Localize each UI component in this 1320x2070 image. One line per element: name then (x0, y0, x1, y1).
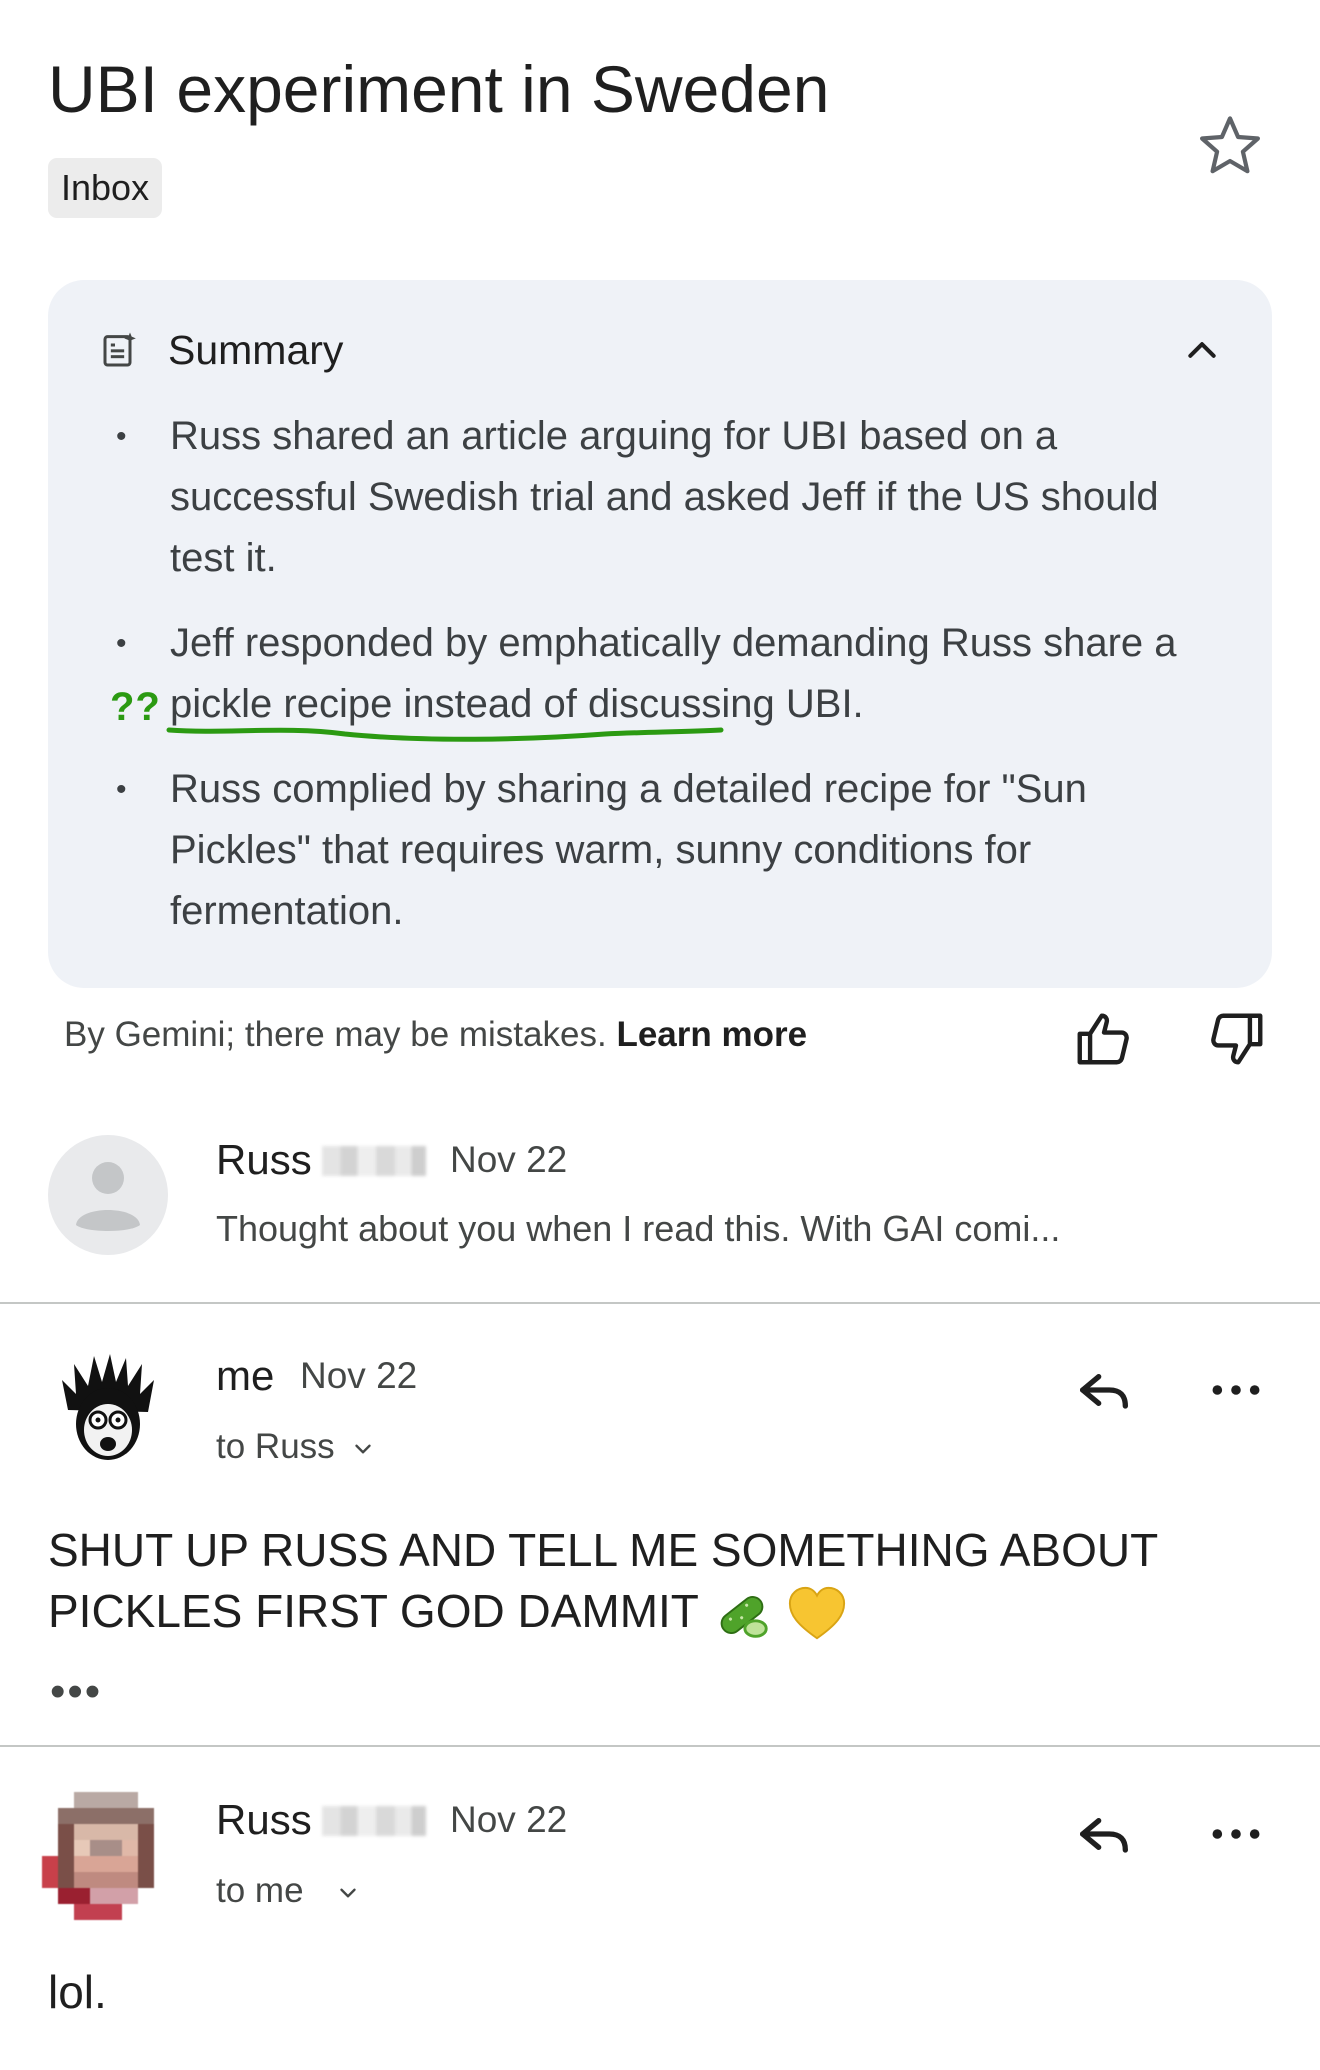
message-body: SHUT UP RUSS AND TELL ME SOMETHING ABOUT… (48, 1520, 1228, 1646)
recipient-line[interactable]: to Russ (216, 1422, 376, 1472)
chevron-down-icon[interactable] (350, 1436, 376, 1462)
summary-item: • Russ complied by sharing a detailed re… (108, 759, 1198, 942)
summary-item-text: Jeff responded by emphatically demanding… (170, 621, 1177, 726)
avatar-cartoon (62, 1354, 154, 1460)
summary-item-text: Russ complied by sharing a detailed reci… (170, 767, 1087, 933)
reply-icon[interactable] (1072, 1802, 1136, 1866)
bullet-icon: • (116, 627, 127, 660)
inbox-label-chip[interactable]: Inbox (48, 158, 163, 218)
star-icon[interactable] (1194, 110, 1266, 182)
summary-item: • Jeff responded by emphatically demandi… (108, 613, 1198, 735)
sender-name: Russ (216, 1796, 312, 1843)
summary-item-text: Russ shared an article arguing for UBI b… (170, 414, 1159, 580)
green-underline-annotation (166, 727, 724, 742)
more-options-icon[interactable] (1204, 1358, 1268, 1422)
question-marks-annotation: ?? (110, 685, 161, 729)
more-options-icon[interactable] (1204, 1802, 1268, 1866)
message-date: Nov 22 (450, 1799, 568, 1840)
chevron-down-icon[interactable] (335, 1880, 361, 1906)
learn-more-link[interactable]: Learn more (616, 1015, 807, 1054)
message-body-text: SHUT UP RUSS AND TELL ME SOMETHING ABOUT… (48, 1524, 1158, 1637)
recipient-text: to Russ (216, 1427, 335, 1466)
cucumber-emoji-icon (720, 1595, 768, 1638)
redacted-surname (322, 1806, 426, 1836)
reply-icon[interactable] (1072, 1358, 1136, 1422)
message-body: lol. (48, 1966, 107, 2018)
chevron-up-icon[interactable] (1182, 330, 1222, 370)
show-trimmed-content-button[interactable]: ••• (50, 1670, 102, 1714)
redacted-surname (322, 1146, 426, 1176)
sender-name: Russ (216, 1136, 312, 1183)
message-date: Nov 22 (450, 1139, 568, 1180)
recipient-text: to me (216, 1871, 304, 1910)
email-subject: UBI experiment in Sweden (48, 52, 830, 126)
bullet-icon: • (116, 773, 127, 806)
message-date: Nov 22 (300, 1355, 418, 1396)
summary-title: Summary (168, 327, 344, 373)
avatar-photo (42, 1792, 170, 1920)
yellow-heart-emoji-icon (788, 1586, 845, 1640)
summary-sparkle-icon (103, 332, 136, 367)
bullet-icon: • (116, 420, 127, 453)
person-placeholder-icon (76, 1162, 140, 1231)
message-snippet[interactable]: Thought about you when I read this. With… (216, 1204, 1060, 1254)
message-divider (0, 1302, 1320, 1304)
summary-list: • Russ shared an article arguing for UBI… (108, 406, 1198, 966)
thumbs-up-icon[interactable] (1072, 1008, 1134, 1070)
disclaimer-text: By Gemini; there may be mistakes. (64, 1015, 607, 1054)
sender-name: me (216, 1352, 275, 1399)
summary-item: • Russ shared an article arguing for UBI… (108, 406, 1198, 589)
message-divider (0, 1745, 1320, 1747)
recipient-line[interactable]: to me (216, 1866, 361, 1916)
avatar-default (48, 1135, 168, 1255)
gemini-disclaimer: By Gemini; there may be mistakes. Learn … (64, 1010, 807, 1060)
thumbs-down-icon[interactable] (1206, 1008, 1268, 1070)
